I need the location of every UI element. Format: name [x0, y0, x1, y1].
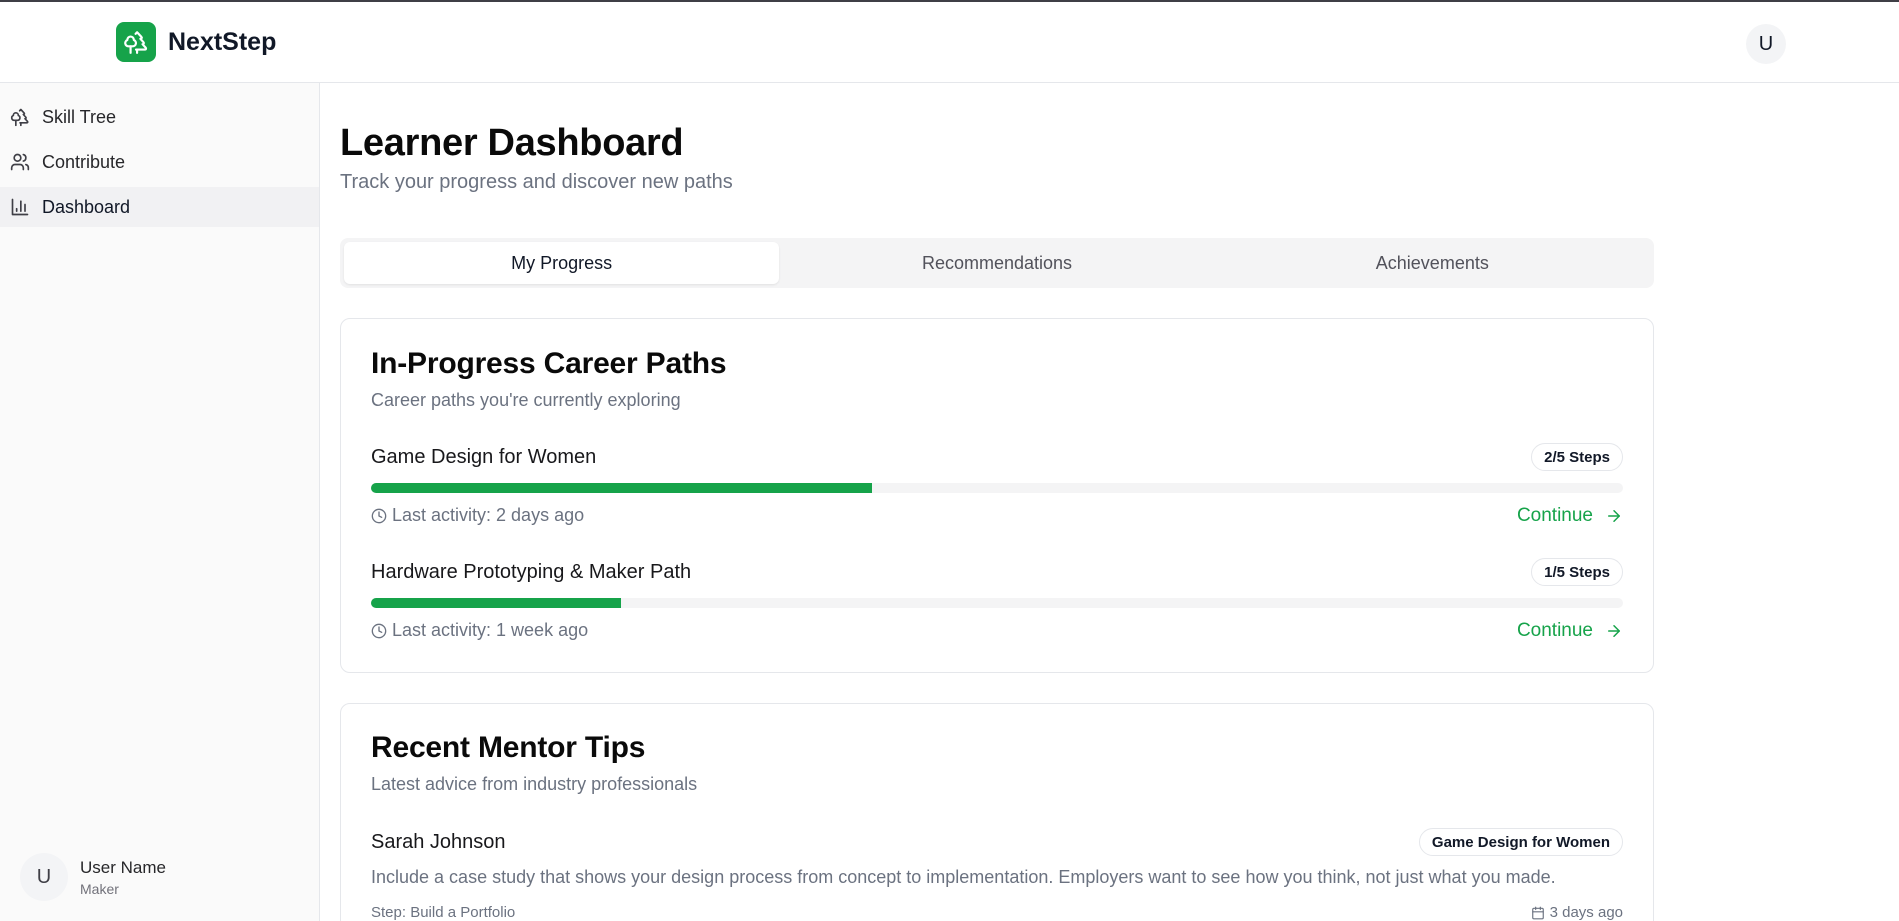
tip-author: Sarah Johnson	[371, 831, 506, 853]
arrow-right-icon	[1608, 625, 1620, 637]
tab-achievements[interactable]: Achievements	[1215, 242, 1650, 284]
continue-label: Continue	[1516, 505, 1593, 526]
sidebar-item-dashboard[interactable]: Dashboard	[0, 187, 319, 227]
tip-step: Step: Build a Portfolio	[371, 904, 516, 921]
top-header: NextStep U	[0, 2, 1899, 83]
tab-my-progress[interactable]: My Progress	[344, 242, 780, 284]
clock-icon	[371, 508, 387, 523]
tip-text: Include a case study that shows your des…	[371, 867, 1556, 887]
users-icon	[10, 153, 30, 171]
clock-icon	[371, 623, 387, 638]
tree-icon	[116, 22, 156, 62]
career-path-item: Game Design for Women 2/5 Steps Last act…	[371, 443, 1623, 546]
progress-bar	[371, 598, 1623, 608]
user-role: Maker	[80, 880, 119, 897]
sidebar-item-contribute[interactable]: Contribute	[0, 142, 319, 182]
sidebar-item-label: Contribute	[42, 151, 126, 172]
progress-bar	[371, 483, 1623, 493]
career-path-item: Hardware Prototyping & Maker Path 1/5 St…	[371, 558, 1623, 661]
last-activity-text: Last activity: 2 days ago	[392, 505, 585, 525]
steps-badge: 1/5 Steps	[1531, 558, 1623, 586]
in-progress-card: In-Progress Career Paths Career paths yo…	[340, 318, 1654, 673]
steps-badge: 2/5 Steps	[1531, 443, 1623, 471]
progress-fill	[371, 483, 872, 493]
path-name: Game Design for Women	[371, 446, 597, 468]
calendar-icon	[1531, 906, 1544, 919]
card-title: Recent Mentor Tips	[371, 731, 646, 764]
page-subtitle: Track your progress and discover new pat…	[340, 171, 733, 193]
sidebar-item-label: Skill Tree	[42, 106, 117, 127]
sidebar-item-skill-tree[interactable]: Skill Tree	[0, 97, 319, 137]
continue-button[interactable]: Continue	[1517, 505, 1623, 527]
last-activity: Last activity: 1 week ago	[371, 620, 588, 641]
bar-chart-icon	[11, 198, 29, 216]
page-title: Learner Dashboard	[340, 122, 684, 164]
continue-label: Continue	[1516, 620, 1593, 641]
avatar[interactable]: U	[1746, 24, 1786, 64]
user-name: User Name	[80, 857, 166, 877]
last-activity-text: Last activity: 1 week ago	[392, 620, 589, 640]
sidebar: Skill Tree Contribute Dashboard U User N…	[0, 83, 320, 921]
sidebar-item-label: Dashboard	[42, 196, 131, 217]
path-badge: Game Design for Women	[1418, 828, 1623, 856]
path-name: Hardware Prototyping & Maker Path	[371, 561, 692, 583]
card-title: In-Progress Career Paths	[371, 347, 727, 380]
app-name: NextStep	[168, 27, 277, 56]
tree-icon	[10, 108, 29, 127]
card-subtitle: Latest advice from industry professional…	[371, 774, 698, 794]
user-profile[interactable]: U User Name Maker	[20, 853, 166, 901]
tip-date-text: 3 days ago	[1549, 904, 1623, 921]
progress-fill	[371, 598, 622, 608]
card-subtitle: Career paths you're currently exploring	[371, 390, 681, 410]
mentor-tips-card: Recent Mentor Tips Latest advice from in…	[340, 703, 1654, 921]
avatar: U	[20, 853, 68, 901]
tab-recommendations[interactable]: Recommendations	[779, 242, 1214, 284]
tip-date: 3 days ago	[1531, 904, 1623, 921]
continue-button[interactable]: Continue	[1517, 620, 1623, 642]
last-activity: Last activity: 2 days ago	[371, 505, 584, 526]
arrow-right-icon	[1608, 510, 1620, 522]
brand[interactable]: NextStep	[116, 22, 276, 62]
tab-bar: My Progress Recommendations Achievements	[340, 238, 1654, 288]
